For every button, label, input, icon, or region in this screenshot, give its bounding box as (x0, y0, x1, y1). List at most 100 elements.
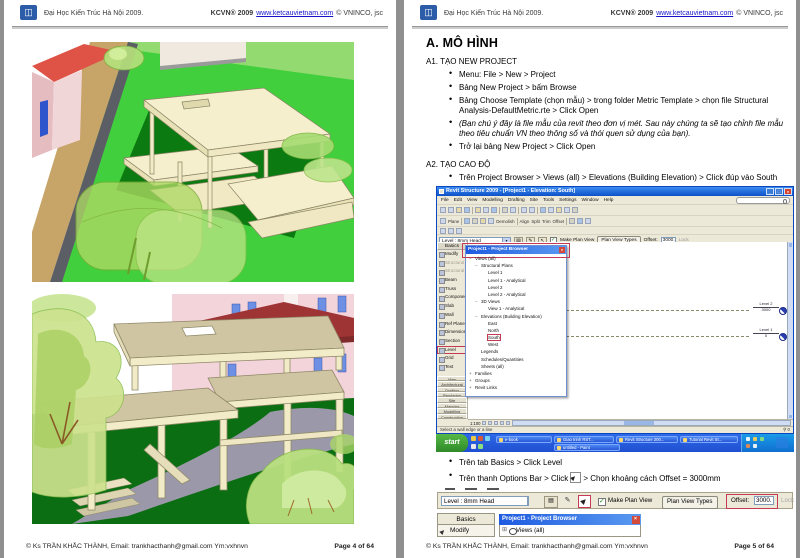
design-bar-item-slab[interactable]: Slab (437, 302, 467, 311)
start-button[interactable]: start (436, 434, 468, 452)
toolbar-trim-label[interactable]: Trim (542, 219, 551, 224)
project-browser-title-bar[interactable]: Project1 - Project Browser × (466, 246, 566, 254)
chevron-down-icon[interactable]: ▼ (527, 497, 528, 505)
design-bar-item-structural-wall[interactable]: Structural Wall (437, 259, 467, 268)
tree-families[interactable]: Families (468, 370, 566, 377)
tray-icon[interactable] (760, 437, 764, 441)
save-icon[interactable] (456, 207, 462, 213)
detail-level-icon[interactable] (482, 421, 487, 425)
menu-window[interactable]: Window (582, 198, 599, 203)
undo-icon[interactable] (502, 207, 508, 213)
tray-icon[interactable] (753, 437, 757, 441)
tree-legends[interactable]: Legends (468, 348, 566, 355)
quick-launch-icon[interactable] (471, 444, 476, 449)
menu-edit[interactable]: Edit (454, 198, 462, 203)
shadows-toggle-icon[interactable] (494, 421, 499, 425)
taskbar-button-4[interactable]: Tutorial Revit St... (680, 435, 738, 443)
linework-icon[interactable] (569, 218, 576, 224)
tree-elevations[interactable]: Elevations (Building Elevation) (468, 313, 566, 320)
print-icon[interactable] (464, 207, 470, 213)
tree-groups[interactable]: Groups (468, 377, 566, 384)
menu-site[interactable]: Site (530, 198, 538, 203)
vertical-scrollbar[interactable] (787, 242, 793, 419)
active-workset-icon[interactable] (456, 227, 462, 234)
taskbar-button-3[interactable]: Revit Structure 200... (616, 435, 678, 443)
workplane-icon[interactable] (440, 218, 446, 224)
project-browser-title-bar[interactable]: Project1 - Project Browser × (499, 514, 641, 525)
draw-pencil-icon[interactable]: ✎ (562, 496, 573, 506)
design-bar-item-truss[interactable]: Truss (437, 285, 467, 294)
paint-icon[interactable] (577, 218, 584, 224)
menu-drafting[interactable]: Drafting (508, 198, 525, 203)
design-bar-item-section[interactable]: Section (437, 337, 467, 346)
taskbar-button-paint[interactable]: untitled - Paint (554, 443, 620, 451)
tree-west[interactable]: West (468, 341, 566, 348)
crop-view-icon[interactable] (500, 421, 505, 425)
design-bar-item-modify[interactable]: Modify (437, 250, 467, 259)
design-bar-item-beam[interactable]: Beam (437, 276, 467, 285)
view-scale[interactable]: 1:100 (470, 421, 480, 426)
tree-level-1-analytical[interactable]: Level 1 - Analytical (468, 277, 566, 284)
design-bar-item-level[interactable]: Level (437, 345, 467, 355)
design-bar-tab-basics[interactable]: Basics (437, 242, 467, 250)
menu-settings[interactable]: Settings (559, 198, 576, 203)
toolbar-align-label[interactable]: Align (520, 219, 530, 224)
new-icon[interactable] (440, 207, 446, 213)
taskbar-button-1[interactable]: e-book (496, 435, 552, 443)
menu-file[interactable]: File (441, 198, 449, 203)
tree-east[interactable]: East (468, 320, 566, 327)
design-bar-item-ref-plane[interactable]: Ref Plane (437, 320, 467, 329)
tray-icon[interactable] (753, 444, 757, 448)
toolbar-plane-label[interactable]: Plane (448, 219, 459, 224)
gray-inactive-icon[interactable] (448, 227, 454, 234)
header-site-link[interactable]: www.ketcauvietnam.com (256, 10, 333, 17)
shading-icon[interactable] (564, 207, 570, 213)
minimize-button[interactable]: _ (766, 188, 774, 195)
tree-schedules[interactable]: Schedules/Quantities (468, 356, 566, 363)
design-bar-item-wall[interactable]: Wall (437, 311, 467, 320)
toolbar-demolish-label[interactable]: Demolish (496, 219, 514, 224)
help-search-input[interactable] (736, 197, 790, 204)
zoom-icon[interactable] (521, 207, 527, 213)
thin-lines-icon[interactable] (556, 207, 562, 213)
plan-view-types-button[interactable]: Plan View Types (662, 495, 718, 509)
tree-sheets[interactable]: Sheets (all) (468, 363, 566, 370)
redo-icon[interactable] (510, 207, 516, 213)
maximize-button[interactable]: □ (775, 188, 783, 195)
array-icon[interactable] (480, 218, 487, 224)
offset-input[interactable]: 3000. (754, 496, 774, 505)
tree-3d-views[interactable]: 3D Views (468, 298, 566, 305)
close-icon[interactable]: × (559, 247, 565, 253)
design-bar-item-component[interactable]: Component (437, 293, 467, 302)
tree-north[interactable]: North (468, 327, 566, 334)
open-icon[interactable] (448, 207, 454, 213)
shadows-icon[interactable] (572, 207, 578, 213)
cut-icon[interactable] (475, 207, 481, 213)
design-bar-item-grid[interactable]: Grid (437, 354, 467, 363)
pick-lines-icon-highlighted[interactable] (578, 494, 591, 508)
menu-tools[interactable]: Tools (543, 198, 554, 203)
design-bar-tab-basics[interactable]: Basics (437, 513, 495, 525)
model-graphics-icon[interactable] (488, 421, 493, 425)
header-site-link[interactable]: www.ketcauvietnam.com (656, 10, 733, 17)
mirror-icon[interactable] (472, 218, 479, 224)
make-plan-view-checkbox[interactable] (598, 497, 606, 506)
tree-structural-plans[interactable]: Structural Plans (468, 262, 566, 269)
tray-icon[interactable] (746, 444, 750, 448)
group-icon[interactable] (488, 218, 495, 224)
tree-views-all[interactable]: Views (all) (468, 255, 566, 262)
pan-icon[interactable] (529, 207, 535, 213)
design-bar-item-dimension[interactable]: Dimension (437, 328, 467, 337)
quick-launch-icon[interactable] (478, 436, 483, 441)
menu-help[interactable]: Help (604, 198, 614, 203)
close-button[interactable]: × (784, 188, 792, 195)
level-2-tag[interactable]: Level 2 3000 (753, 301, 779, 312)
editable-only-icon[interactable] (440, 227, 446, 234)
level-1-tag[interactable]: Level 10 (753, 327, 779, 338)
menu-view[interactable]: View (467, 198, 477, 203)
copy-icon[interactable] (483, 207, 489, 213)
quick-launch-icon[interactable] (485, 436, 490, 441)
design-bar-item-modify[interactable]: Modify (437, 525, 495, 537)
design-bar-item-structural-column[interactable]: Structural Column (437, 267, 467, 276)
section-icon[interactable] (548, 207, 554, 213)
